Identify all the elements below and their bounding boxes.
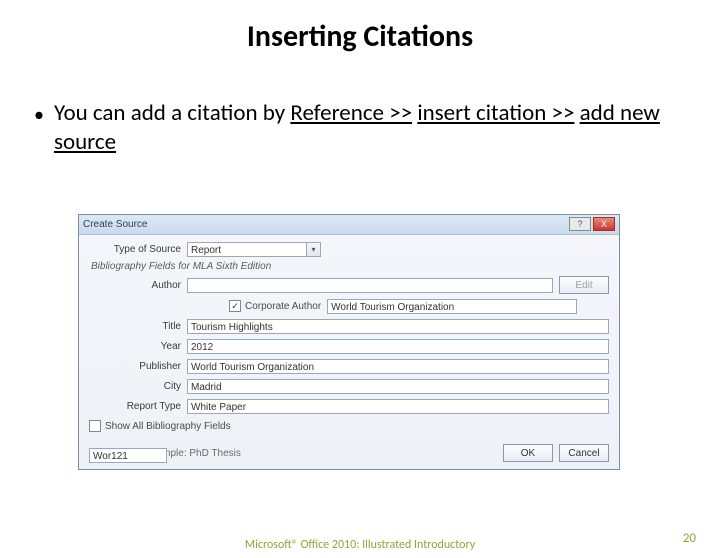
- bullet-item: • You can add a citation by Reference >>…: [34, 99, 680, 157]
- cancel-button[interactable]: Cancel: [559, 444, 609, 462]
- publisher-input[interactable]: World Tourism Organization: [187, 359, 609, 374]
- create-source-dialog: Create Source ? X Type of Source Report …: [78, 214, 620, 470]
- city-input[interactable]: Madrid: [187, 379, 609, 394]
- ok-button[interactable]: OK: [503, 444, 553, 462]
- bullet-dot-icon: •: [34, 103, 44, 128]
- tag-name-input[interactable]: Wor121: [89, 448, 167, 463]
- bullet-underline-1: Reference >>: [290, 99, 412, 127]
- help-button[interactable]: ?: [569, 217, 591, 231]
- dialog-titlebar: Create Source ? X: [79, 215, 619, 235]
- corporate-author-input[interactable]: World Tourism Organization: [327, 299, 577, 314]
- show-all-fields-label: Show All Bibliography Fields: [105, 421, 231, 432]
- type-of-source-select[interactable]: Report ▾: [187, 242, 321, 257]
- city-label: City: [89, 381, 187, 392]
- type-of-source-label: Type of Source: [89, 244, 187, 255]
- show-all-fields-checkbox[interactable]: [89, 420, 101, 432]
- bibliography-section-heading: Bibliography Fields for MLA Sixth Editio…: [91, 261, 609, 272]
- bullet-text: You can add a citation by Reference >> i…: [54, 99, 680, 157]
- year-label: Year: [89, 341, 187, 352]
- chevron-down-icon[interactable]: ▾: [307, 242, 321, 257]
- slide-title: Inserting Citations: [0, 18, 720, 55]
- page-number: 20: [683, 531, 696, 546]
- author-label: Author: [89, 280, 187, 291]
- edit-author-button[interactable]: Edit: [559, 276, 609, 294]
- corporate-author-checkbox[interactable]: [229, 300, 241, 312]
- author-input[interactable]: [187, 278, 553, 293]
- dialog-body: Type of Source Report ▾ Bibliography Fie…: [79, 235, 619, 442]
- publisher-label: Publisher: [89, 361, 187, 372]
- corporate-author-label: Corporate Author: [245, 301, 321, 312]
- bullet-underline-2: insert citation >>: [417, 99, 574, 127]
- report-type-label: Report Type: [89, 401, 187, 412]
- year-input[interactable]: 2012: [187, 339, 609, 354]
- report-type-input[interactable]: White Paper: [187, 399, 609, 414]
- close-button[interactable]: X: [593, 217, 615, 231]
- type-of-source-value[interactable]: Report: [187, 242, 307, 257]
- dialog-title: Create Source: [83, 219, 147, 230]
- bullet-text-pre: You can add a citation by: [54, 99, 290, 127]
- title-label: Title: [89, 321, 187, 332]
- slide-footer: Microsoft® Office 2010: Illustrated Intr…: [0, 538, 720, 552]
- title-input[interactable]: Tourism Highlights: [187, 319, 609, 334]
